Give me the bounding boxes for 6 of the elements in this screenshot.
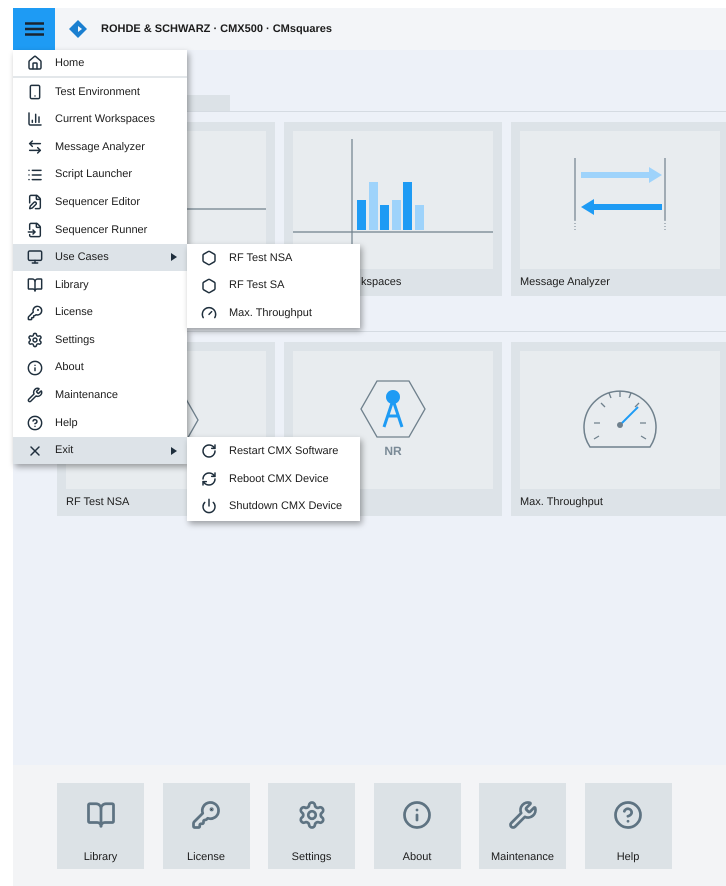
network-label: NR [384, 443, 402, 460]
tile-label: Message Analyzer [520, 275, 610, 290]
app-title: ROHDE & SCHWARZ · CMX500 · CMsquares [101, 22, 332, 37]
tile-label: Max. Throughput [520, 495, 603, 510]
tile-label: RF Test NSA [66, 495, 130, 510]
tile-label: kspaces [361, 275, 402, 290]
